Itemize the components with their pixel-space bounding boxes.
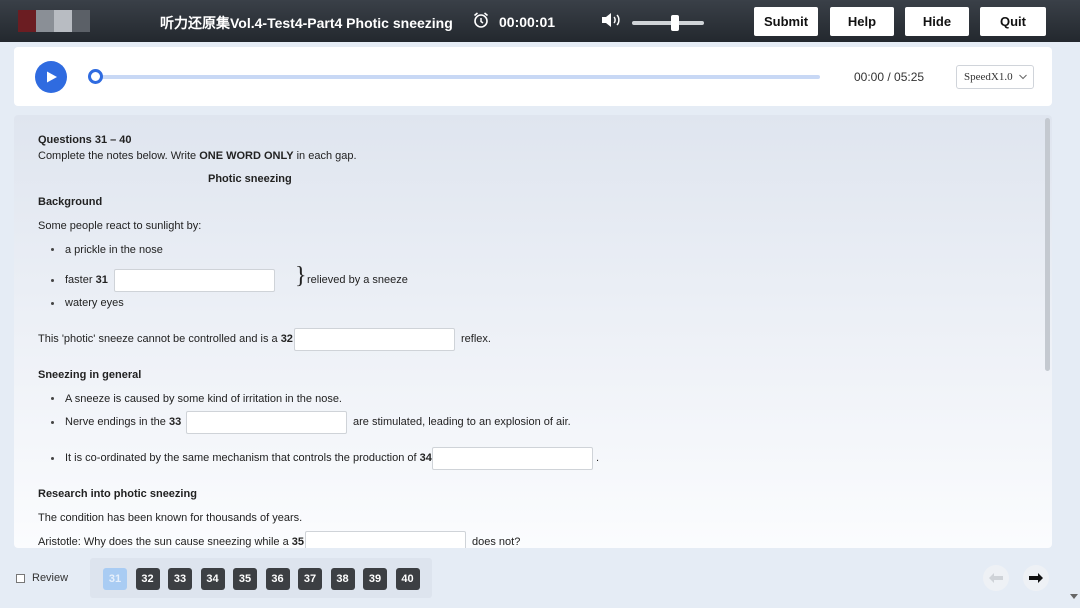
list-item: It is co-ordinated by the same mechanism… xyxy=(65,452,432,464)
list-item-end: . xyxy=(596,452,600,464)
audio-progress-handle[interactable] xyxy=(88,69,103,84)
answer-input-33[interactable] xyxy=(186,411,347,434)
page-scroll-down-icon[interactable] xyxy=(1070,594,1078,599)
next-button[interactable] xyxy=(1023,565,1049,591)
notes-title: Photic sneezing xyxy=(208,173,292,185)
question-button-39[interactable]: 39 xyxy=(363,568,387,590)
question-button-37[interactable]: 37 xyxy=(298,568,322,590)
list-item: watery eyes xyxy=(65,297,124,309)
review-checkbox[interactable] xyxy=(16,573,25,583)
review-label: Review xyxy=(32,572,69,584)
photic-line: This 'photic' sneeze cannot be controlle… xyxy=(38,333,293,345)
audio-progress-bar[interactable] xyxy=(94,75,820,79)
arrow-right-icon xyxy=(1029,573,1043,583)
page-title: 听力还原集Vol.4-Test4-Part4 Photic sneezing xyxy=(160,15,453,31)
content-scrollbar[interactable] xyxy=(1045,118,1050,371)
general-heading: Sneezing in general xyxy=(38,369,142,381)
speed-value: SpeedX1.0 xyxy=(964,71,1013,83)
brace: } xyxy=(295,263,307,289)
timer: 00:00:01 xyxy=(472,11,555,32)
chevron-down-icon xyxy=(1018,71,1027,83)
question-button-31[interactable]: 31 xyxy=(103,568,127,590)
audio-player: 00:00 / 05:25 SpeedX1.0 xyxy=(14,47,1052,106)
background-heading: Background xyxy=(38,196,103,208)
bullet xyxy=(51,397,54,400)
audio-time: 00:00 / 05:25 xyxy=(854,70,925,84)
quit-button[interactable]: Quit xyxy=(980,7,1046,36)
hide-button[interactable]: Hide xyxy=(905,7,969,36)
bullet xyxy=(51,457,54,460)
play-button[interactable] xyxy=(35,61,67,93)
bullet xyxy=(51,248,54,251)
answer-input-32[interactable] xyxy=(294,328,455,351)
research-heading: Research into photic sneezing xyxy=(38,488,197,500)
previous-button[interactable] xyxy=(983,565,1009,591)
speaker-icon[interactable] xyxy=(600,11,622,34)
volume-control xyxy=(600,11,704,34)
question-button-33[interactable]: 33 xyxy=(168,568,192,590)
list-item: Nerve endings in the 33 xyxy=(65,416,182,428)
list-item: faster 31 xyxy=(65,274,108,286)
bullet xyxy=(51,302,54,305)
help-button[interactable]: Help xyxy=(830,7,894,36)
top-bar: 听力还原集Vol.4-Test4-Part4 Photic sneezing 0… xyxy=(0,0,1080,42)
submit-button[interactable]: Submit xyxy=(754,7,818,36)
question-button-35[interactable]: 35 xyxy=(233,568,257,590)
relieved-text: relieved by a sneeze xyxy=(307,274,408,286)
background-intro: Some people react to sunlight by: xyxy=(38,220,202,232)
list-item-end: are stimulated, leading to an explosion … xyxy=(353,416,571,428)
question-button-40[interactable]: 40 xyxy=(395,568,420,590)
question-button-34[interactable]: 34 xyxy=(200,568,225,590)
question-button-36[interactable]: 36 xyxy=(265,568,290,590)
list-item: A sneeze is caused by some kind of irrit… xyxy=(65,393,342,405)
answer-input-34[interactable] xyxy=(432,447,593,470)
avatar xyxy=(18,10,90,32)
question-button-32[interactable]: 32 xyxy=(135,568,160,590)
play-icon xyxy=(47,71,57,83)
instructions: Complete the notes below. Write ONE WORD… xyxy=(38,150,357,162)
speed-select[interactable]: SpeedX1.0 xyxy=(956,65,1034,89)
review-toggle[interactable]: Review xyxy=(16,572,68,584)
question-button-38[interactable]: 38 xyxy=(330,568,355,590)
timer-value: 00:00:01 xyxy=(499,13,556,30)
alarm-clock-icon xyxy=(472,11,490,32)
questions-heading: Questions 31 – 40 xyxy=(38,134,132,146)
question-panel: Questions 31 – 40 Complete the notes bel… xyxy=(14,115,1052,548)
aristotle-line-end: does not? xyxy=(472,536,521,548)
photic-line-end: reflex. xyxy=(461,333,491,345)
answer-input-35[interactable] xyxy=(305,531,466,548)
list-item: a prickle in the nose xyxy=(65,244,163,256)
answer-input-31[interactable] xyxy=(114,269,275,292)
research-line: The condition has been known for thousan… xyxy=(38,512,303,524)
volume-slider[interactable] xyxy=(632,14,704,31)
bullet xyxy=(51,279,54,282)
arrow-left-icon xyxy=(989,573,1003,583)
question-navigator: 31 32 33 34 35 36 37 38 39 40 xyxy=(90,558,432,598)
bullet xyxy=(51,421,54,424)
aristotle-line: Aristotle: Why does the sun cause sneezi… xyxy=(38,536,304,548)
volume-slider-handle[interactable] xyxy=(671,14,679,31)
